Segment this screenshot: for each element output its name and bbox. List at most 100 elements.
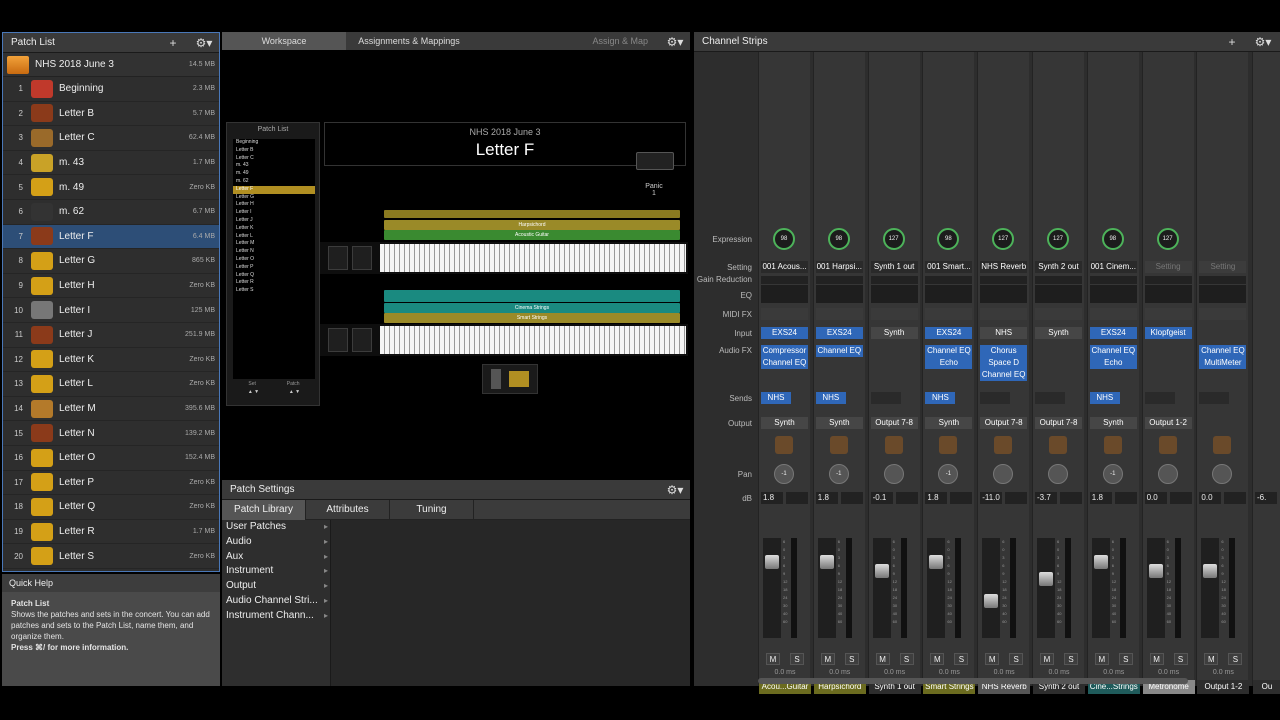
send-slot[interactable]: NHS bbox=[925, 392, 956, 404]
output-slot[interactable]: Synth bbox=[925, 417, 973, 429]
inner-patch-item[interactable]: Letter H bbox=[233, 201, 315, 209]
gear-icon[interactable]: ⚙▾ bbox=[662, 483, 688, 497]
midi-fx-slot[interactable] bbox=[1035, 308, 1082, 320]
patch-row[interactable]: 19 Letter R 1.7 MB bbox=[3, 520, 219, 545]
audio-fx-slot[interactable]: Space D bbox=[980, 357, 1028, 369]
mute-button[interactable]: M bbox=[1204, 653, 1219, 665]
gear-icon[interactable]: ⚙▾ bbox=[191, 36, 217, 50]
pan-knob[interactable]: -1 bbox=[774, 464, 794, 484]
assign-map-button[interactable]: Assign & Map bbox=[472, 32, 690, 50]
library-category[interactable]: Audio bbox=[226, 535, 328, 550]
audio-fx-slot[interactable]: Chorus bbox=[980, 345, 1028, 357]
expression-knob[interactable]: 98 bbox=[827, 228, 850, 250]
setting-box[interactable]: NHS Reverb bbox=[980, 261, 1028, 273]
midi-fx-slot[interactable] bbox=[815, 308, 863, 320]
strip-db[interactable]: -3.7 bbox=[1035, 492, 1057, 504]
setting-box[interactable]: Setting bbox=[1199, 261, 1247, 273]
inner-patch-item[interactable]: Letter N bbox=[233, 248, 315, 256]
horizontal-scrollbar[interactable] bbox=[758, 678, 1188, 684]
expression-knob[interactable]: 98 bbox=[773, 228, 795, 250]
fader-cap[interactable] bbox=[929, 555, 944, 570]
mod-wheel[interactable] bbox=[352, 246, 372, 270]
fader-cap[interactable] bbox=[1148, 563, 1163, 578]
fader-cap[interactable] bbox=[765, 555, 779, 570]
send-slot-empty[interactable] bbox=[980, 392, 1011, 404]
strip-db[interactable]: 1.8 bbox=[761, 492, 783, 504]
midi-fx-slot[interactable] bbox=[1199, 308, 1247, 320]
send-slot-empty[interactable] bbox=[1199, 392, 1230, 404]
solo-button[interactable]: S bbox=[899, 653, 914, 665]
inner-patch-item[interactable]: Beginning bbox=[233, 139, 315, 147]
inner-patch-item[interactable]: m. 49 bbox=[233, 170, 315, 178]
fader-cap[interactable] bbox=[819, 555, 834, 570]
mod-wheel-2[interactable] bbox=[352, 328, 372, 352]
volume-fader[interactable] bbox=[1037, 538, 1055, 638]
output-slot[interactable]: Synth bbox=[815, 417, 863, 429]
expression-knob[interactable]: 98 bbox=[937, 228, 960, 250]
pan-knob[interactable] bbox=[883, 464, 904, 484]
eq-thumbnail[interactable] bbox=[925, 285, 973, 303]
fader-cap[interactable] bbox=[874, 563, 889, 578]
send-slot-empty[interactable] bbox=[1144, 392, 1175, 404]
pitch-wheel[interactable] bbox=[328, 246, 348, 270]
patch-row[interactable]: 18 Letter Q Zero KB bbox=[3, 495, 219, 520]
audio-fx-slot[interactable]: Compressor bbox=[761, 345, 808, 357]
solo-button[interactable]: S bbox=[1173, 653, 1188, 665]
patch-row[interactable]: 8 Letter G 865 KB bbox=[3, 249, 219, 274]
gear-icon[interactable]: ⚙▾ bbox=[662, 35, 688, 49]
patch-row[interactable]: 3 Letter C 62.4 MB bbox=[3, 126, 219, 151]
midi-fx-slot[interactable] bbox=[870, 308, 918, 320]
patch-row[interactable]: 17 Letter P Zero KB bbox=[3, 471, 219, 496]
inner-patch-item[interactable]: Letter P bbox=[233, 264, 315, 272]
tab-tuning[interactable]: Tuning bbox=[390, 500, 474, 520]
strip-db[interactable]: 0.0 bbox=[1199, 492, 1222, 504]
inner-patch-list-arrows[interactable]: ▲ ▼ ▲ ▼ bbox=[233, 389, 315, 399]
expression-knob[interactable]: 127 bbox=[882, 228, 905, 250]
strip-name[interactable]: Output 1-2 bbox=[1197, 680, 1250, 694]
inner-patch-item[interactable]: m. 43 bbox=[233, 162, 315, 170]
audio-fx-slot[interactable]: Echo bbox=[1089, 357, 1137, 369]
library-category[interactable]: User Patches bbox=[226, 520, 328, 535]
pan-knob[interactable] bbox=[1048, 464, 1068, 484]
tab-attributes[interactable]: Attributes bbox=[306, 500, 390, 520]
fader-cap[interactable] bbox=[984, 593, 999, 608]
patch-row[interactable]: 1 Beginning 2.3 MB bbox=[3, 77, 219, 102]
input-slot[interactable]: Synth bbox=[1035, 327, 1082, 339]
setting-box[interactable]: Setting bbox=[1144, 261, 1192, 273]
setting-box[interactable]: 001 Smart... bbox=[925, 261, 973, 273]
expression-knob[interactable]: 127 bbox=[992, 228, 1015, 250]
expression-knob[interactable]: 127 bbox=[1047, 228, 1069, 250]
expression-knob[interactable]: 127 bbox=[1156, 228, 1179, 250]
mute-button[interactable]: M bbox=[1094, 653, 1109, 665]
panic-button[interactable] bbox=[636, 152, 674, 170]
send-slot[interactable]: NHS bbox=[815, 392, 846, 404]
send-slot[interactable]: NHS bbox=[1089, 392, 1120, 404]
solo-button[interactable]: S bbox=[954, 653, 969, 665]
mute-button[interactable]: M bbox=[930, 653, 945, 665]
pedal-controls[interactable] bbox=[482, 364, 538, 394]
volume-fader[interactable] bbox=[763, 538, 781, 638]
strip-db[interactable]: 0.0 bbox=[1144, 492, 1167, 504]
audio-fx-slot[interactable]: Channel EQ bbox=[980, 369, 1028, 381]
tab-assignments-mappings[interactable]: Assignments & Mappings bbox=[346, 32, 472, 50]
mute-button[interactable]: M bbox=[1149, 653, 1164, 665]
mute-button[interactable]: M bbox=[875, 653, 890, 665]
layer-smart-strings[interactable]: Smart Strings bbox=[384, 313, 680, 323]
volume-fader[interactable] bbox=[1091, 538, 1110, 638]
output-slot[interactable]: Output 1-2 bbox=[1144, 417, 1192, 429]
library-category[interactable]: Aux bbox=[226, 550, 328, 565]
mute-button[interactable]: M bbox=[985, 653, 1000, 665]
inner-patch-item[interactable]: Letter S bbox=[233, 287, 315, 295]
pan-knob[interactable] bbox=[1212, 464, 1233, 484]
pan-knob[interactable]: -1 bbox=[828, 464, 849, 484]
setting-box[interactable]: 001 Harpsi... bbox=[815, 261, 863, 273]
inner-patch-item[interactable]: m. 62 bbox=[233, 178, 315, 186]
pitch-wheel-2[interactable] bbox=[328, 328, 348, 352]
eq-thumbnail[interactable] bbox=[1035, 285, 1082, 303]
patch-row[interactable]: 15 Letter N 139.2 MB bbox=[3, 421, 219, 446]
strip-db[interactable]: 1.8 bbox=[925, 492, 948, 504]
concert-row[interactable]: NHS 2018 June 3 14.5 MB bbox=[3, 53, 219, 77]
input-slot[interactable]: EXS24 bbox=[925, 327, 973, 339]
library-category[interactable]: Instrument Chann... bbox=[226, 609, 328, 624]
patch-row[interactable]: 9 Letter H Zero KB bbox=[3, 274, 219, 299]
